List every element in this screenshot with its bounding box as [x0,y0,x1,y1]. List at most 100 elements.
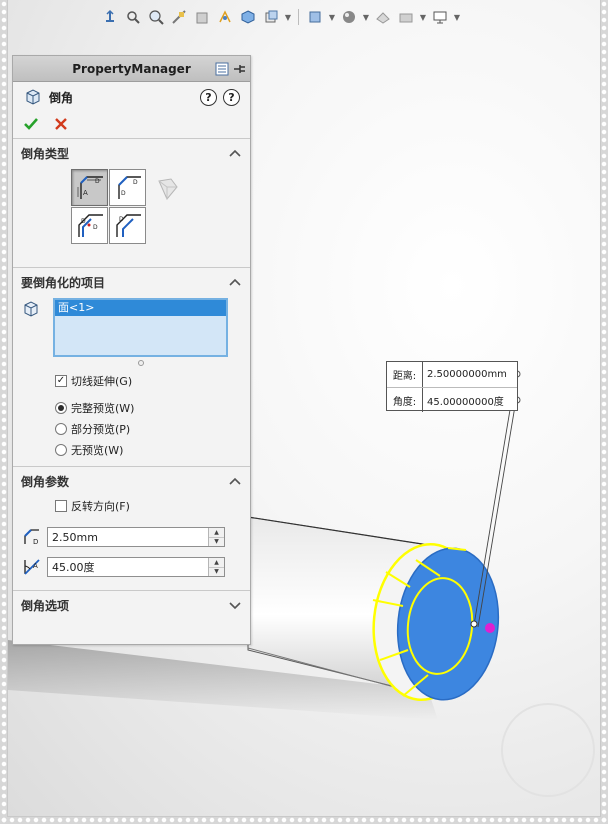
svg-text:D: D [133,179,138,186]
tangent-propagation-checkbox[interactable]: ✓ 切线延伸(G) [55,370,242,391]
section-title-label: 倒角参数 [21,474,70,489]
distance-input[interactable] [48,528,208,546]
svg-text:D: D [81,218,86,225]
chamfer-feature-icon [23,88,41,106]
items-selection-list[interactable]: 面<1> [53,298,228,357]
partial-preview-radio[interactable]: 部分预览(P) [55,418,242,439]
chamfer-edge-outer [372,542,480,702]
svg-text:D: D [121,190,126,197]
face-face-button[interactable]: D [109,207,146,244]
svg-text:D: D [95,178,100,185]
monitor-icon[interactable] [430,7,450,27]
section-title-label: 倒角选项 [21,598,70,613]
callout-angle-row[interactable]: 角度: 45.00000000度 [387,387,517,412]
torn-edge-left [0,0,8,824]
section-title[interactable]: 倒角类型 [21,139,242,167]
feature-title-row: 倒角 ? ? [13,82,250,112]
view-settings-icon[interactable] [373,7,393,27]
checkbox-checked[interactable]: ✓ [55,374,67,387]
distance-icon: D [21,526,43,548]
svg-text:A: A [33,562,38,570]
svg-text:A: A [83,189,88,197]
angle-row: A ▲▼ [21,552,242,582]
callout-distance-label: 距离: [387,362,423,387]
tangent-propagation-label: 切线延伸(G) [71,374,133,388]
spin-up-icon[interactable]: ▲ [209,528,224,537]
chevron-down-icon[interactable]: ▼ [453,13,461,22]
section-chamfer-type: 倒角类型 AD DD DD D [13,138,250,267]
chevron-up-icon[interactable] [228,275,242,289]
svg-text:D: D [93,224,98,231]
angle-field[interactable]: ▲▼ [47,557,225,577]
previous-view-icon[interactable] [146,7,166,27]
chevron-up-icon[interactable] [228,474,242,488]
spin-up-icon[interactable]: ▲ [209,558,224,567]
panel-layout-icon[interactable] [214,61,230,80]
section-title[interactable]: 倒角参数 [21,467,242,495]
callout-angle-label: 角度: [387,388,423,412]
resize-grip[interactable] [137,360,144,366]
chevron-down-icon[interactable] [228,598,242,612]
list-item[interactable]: 面<1> [55,300,226,316]
chevron-down-icon[interactable]: ▼ [328,13,336,22]
face-filter-icon [21,298,45,321]
panel-title: PropertyManager [72,61,191,76]
angle-input[interactable] [48,558,208,576]
full-preview-radio[interactable]: 完整预览(W) [55,397,242,418]
chevron-up-icon[interactable] [228,146,242,160]
apply-scene-icon[interactable] [339,7,359,27]
radio-label: 无预览(W) [71,443,124,457]
cancel-x-icon[interactable] [53,116,69,135]
angle-icon: A [21,556,43,578]
view-orientation-icon[interactable] [215,7,235,27]
no-preview-radio[interactable]: 无预览(W) [55,439,242,460]
zoom-to-fit-icon[interactable] [100,7,120,27]
dynamic-annotation-icon[interactable] [192,7,212,27]
realview-icon[interactable] [396,7,416,27]
offset-face-button[interactable]: DD [71,207,108,244]
section-chamfer-options: 倒角选项 [13,590,250,619]
spin-down-icon[interactable]: ▼ [209,566,224,576]
spin-down-icon[interactable]: ▼ [209,536,224,546]
distance-distance-button[interactable]: DD [109,169,146,206]
hide-show-items-icon[interactable] [261,7,281,27]
vertex-chamfer-button[interactable] [147,169,184,206]
section-title[interactable]: 倒角选项 [21,591,242,619]
svg-text:D: D [33,538,38,546]
property-manager-header: PropertyManager [13,56,250,82]
section-view-icon[interactable] [169,7,189,27]
distance-row: D ▲▼ [21,522,242,552]
display-style-icon[interactable] [238,7,258,27]
distance-field[interactable]: ▲▼ [47,527,225,547]
pin-icon[interactable] [232,61,246,80]
ok-cancel-row [13,112,250,138]
torn-edge-bottom [0,816,608,824]
chevron-down-icon[interactable]: ▼ [419,13,427,22]
help-question-icon[interactable]: ? [223,88,240,106]
flip-direction-label: 反转方向(F) [71,499,130,513]
selected-face [396,547,500,701]
chevron-down-icon[interactable]: ▼ [284,13,292,22]
radio-label: 完整预览(W) [71,401,135,415]
flip-direction-checkbox[interactable]: 反转方向(F) [21,495,242,516]
angle-distance-button[interactable]: AD [71,169,108,206]
checkbox-unchecked[interactable] [55,499,67,512]
callout-distance-row[interactable]: 距离: 2.50000000mm [387,362,517,387]
callout-distance-value[interactable]: 2.50000000mm [423,369,507,380]
torn-edge-right [600,0,608,824]
chevron-down-icon[interactable]: ▼ [362,13,370,22]
chamfer-callout[interactable]: 距离: 2.50000000mm 角度: 45.00000000度 [386,361,518,412]
svg-text:D: D [119,216,124,223]
hole-edge [406,577,474,675]
zoom-to-area-icon[interactable] [123,7,143,27]
checkmark-icon[interactable] [23,116,39,135]
section-title[interactable]: 要倒角化的项目 [21,268,242,296]
section-title-label: 倒角类型 [21,146,70,161]
property-manager: PropertyManager 倒角 ? ? 倒角类型 A D D D D D … [12,55,251,645]
edit-appearance-icon[interactable] [305,7,325,27]
radio-label: 部分预览(P) [71,422,131,436]
section-title-label: 要倒角化的项目 [21,275,106,290]
callout-angle-value[interactable]: 45.00000000度 [423,393,504,408]
section-chamfer-parameters: 倒角参数 反转方向(F) D ▲▼ A ▲▼ [13,466,250,590]
whats-new-icon[interactable]: ? [200,88,217,106]
